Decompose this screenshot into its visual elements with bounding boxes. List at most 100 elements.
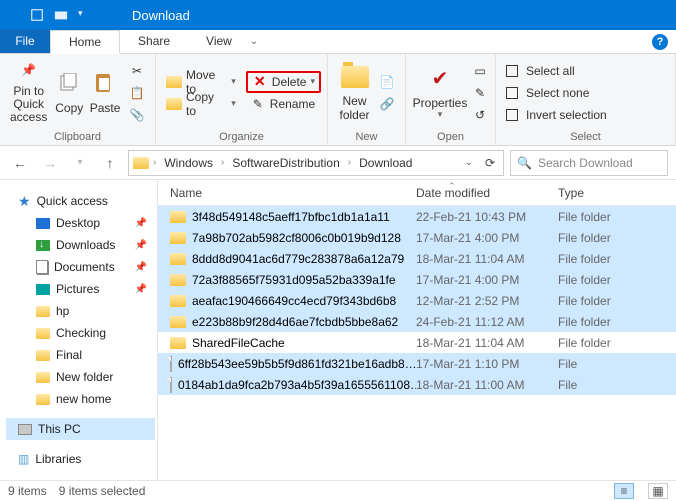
file-row[interactable]: aeafac190466649cc4ecd79f343bd6b812-Mar-2… [158,290,676,311]
file-name: 0184ab1da9fca2b793a4b5f39a1655561108… [178,378,416,392]
crumb-1[interactable]: SoftwareDistribution [228,156,343,170]
nav-desktop[interactable]: Desktop📌 [6,212,155,234]
nav-quickaccess[interactable]: ★Quick access [6,190,155,212]
file-date: 17-Mar-21 4:00 PM [416,231,558,245]
status-selected: 9 items selected [59,484,146,498]
file-row[interactable]: 7a98b702ab5982cf8006c0b019b9d12817-Mar-2… [158,227,676,248]
properties-button[interactable]: ✔ Properties ▾ [412,59,468,127]
selectall-label: Select all [526,64,575,78]
nav-newhome[interactable]: new home [6,388,155,410]
pasteshort-button[interactable]: 📎 [125,104,149,126]
file-name: 6ff28b543ee59b5b5f9d861fd321be16adb8… [178,357,416,371]
tab-share[interactable]: Share [120,29,188,53]
edit-button[interactable]: ✎ [468,82,492,104]
nav-thispc[interactable]: This PC [6,418,155,440]
group-open-label: Open [406,131,495,145]
nav-back-button[interactable]: ← [8,151,32,175]
nav-up-button[interactable]: ↑ [98,151,122,175]
folder-icon [170,316,186,328]
addr-dropdown-icon[interactable]: ⌄ [461,157,477,168]
col-type[interactable]: Type [558,186,676,200]
paste-button[interactable]: Paste [87,59,123,127]
file-row[interactable]: 72a3f88565f75931d095a52ba339a1fe 17-Mar-2… [158,269,676,290]
copyto-button[interactable]: Copy to▾ [162,93,240,115]
crumb-2[interactable]: Download [355,156,416,170]
nav-pictures[interactable]: Pictures📌 [6,278,155,300]
file-date: 18-Mar-21 11:04 AM [416,252,558,266]
file-type: File folder [558,252,676,266]
col-name[interactable]: Name [158,186,416,200]
file-date: 17-Mar-21 4:00 PM [416,273,558,287]
file-icon [170,356,172,372]
qat-newfolder-icon[interactable] [54,8,68,22]
help-icon[interactable]: ? [652,34,668,50]
tab-view[interactable]: View [188,29,250,53]
folder-icon [170,274,186,286]
qat-dropdown-icon[interactable]: ▾ [78,8,92,22]
nav-pane[interactable]: ★Quick access Desktop📌 ↓Downloads📌 Docum… [0,180,158,480]
crumb-0[interactable]: Windows [160,156,217,170]
column-headers[interactable]: Name Date modified Type [158,180,676,206]
invertsel-label: Invert selection [526,108,607,122]
file-row[interactable]: e223b88b9f28d4d6ae7fcbdb5bbe8a6224-Feb-2… [158,311,676,332]
col-date[interactable]: Date modified [416,186,558,200]
newfolder-button[interactable]: New folder [334,59,375,127]
easyaccess-icon: 🔗 [379,96,395,112]
chevron-right-icon: › [153,157,156,168]
nav-forward-button[interactable]: → [38,151,62,175]
file-row[interactable]: 0184ab1da9fca2b793a4b5f39a1655561108…18-… [158,374,676,395]
history-button[interactable]: ↺ [468,104,492,126]
view-details-button[interactable]: ≡ [614,483,634,499]
open-button[interactable]: ▭ [468,60,492,82]
file-type: File [558,378,676,392]
address-bar[interactable]: › Windows › SoftwareDistribution › Downl… [128,150,504,176]
shortcut-icon: 📎 [129,107,145,123]
pictures-icon [36,284,50,295]
view-largeicons-button[interactable]: ▦ [648,483,668,499]
file-date: 22-Feb-21 10:43 PM [416,210,558,224]
libraries-icon: ▥ [18,452,29,466]
paste-label: Paste [90,102,121,115]
main-area: ★Quick access Desktop📌 ↓Downloads📌 Docum… [0,180,676,480]
copypath-button[interactable]: 📋 [125,82,149,104]
scissors-icon: ✂ [129,63,145,79]
file-name: 72a3f88565f75931d095a52ba339a1fe [192,273,396,287]
tab-file[interactable]: File [0,29,50,53]
nav-recent-button[interactable]: ▾ [68,151,92,175]
ribbon: 📌 Pin to Quick access Copy Paste ✂ 📋 📎 C… [0,54,676,146]
nav-hp[interactable]: hp [6,300,155,322]
nav-documents[interactable]: Documents📌 [6,256,155,278]
nav-newfolder[interactable]: New folder [6,366,155,388]
path-icon: 📋 [129,85,145,101]
nav-checking[interactable]: Checking [6,322,155,344]
file-row[interactable]: 6ff28b543ee59b5b5f9d861fd321be16adb8…17-… [158,353,676,374]
refresh-icon[interactable]: ⟳ [481,156,499,170]
file-row[interactable]: 8ddd8d9041ac6d779c283878a6a12a7918-Mar-2… [158,248,676,269]
invertsel-button[interactable]: Invert selection [502,104,611,126]
title-bar: ▾ Download [0,0,676,30]
newitem-button[interactable]: 📄 [375,71,399,93]
pin-quickaccess-button[interactable]: 📌 Pin to Quick access [6,59,51,127]
delete-button[interactable]: ✕Delete▾ [246,71,321,93]
qat-properties-icon[interactable] [30,8,44,22]
folder-icon [170,253,186,265]
rename-label: Rename [270,97,315,111]
ribbon-minimize-icon[interactable]: ⌄ [250,36,258,47]
copy-icon [55,70,83,98]
selectnone-button[interactable]: Select none [502,82,611,104]
search-input[interactable]: 🔍 Search Download [510,150,668,176]
cut-button[interactable]: ✂ [125,60,149,82]
file-row[interactable]: SharedFileCache18-Mar-21 11:04 AMFile fo… [158,332,676,353]
file-row[interactable]: 3f48d549148c5aeff17bfbc1db1a1a11 22-Feb-2… [158,206,676,227]
copy-button[interactable]: Copy [51,59,87,127]
easyaccess-button[interactable]: 🔗 [375,93,399,115]
nav-final[interactable]: Final [6,344,155,366]
tab-home[interactable]: Home [50,30,120,54]
selectall-button[interactable]: Select all [502,60,611,82]
file-icon [170,377,172,393]
nav-libraries[interactable]: ▥Libraries [6,448,155,470]
rename-button[interactable]: ✎Rename [246,93,321,115]
file-list[interactable]: ⌃ Name Date modified Type 3f48d549148c5a… [158,180,676,480]
nav-downloads[interactable]: ↓Downloads📌 [6,234,155,256]
file-name: 3f48d549148c5aeff17bfbc1db1a1a11 [192,210,390,224]
